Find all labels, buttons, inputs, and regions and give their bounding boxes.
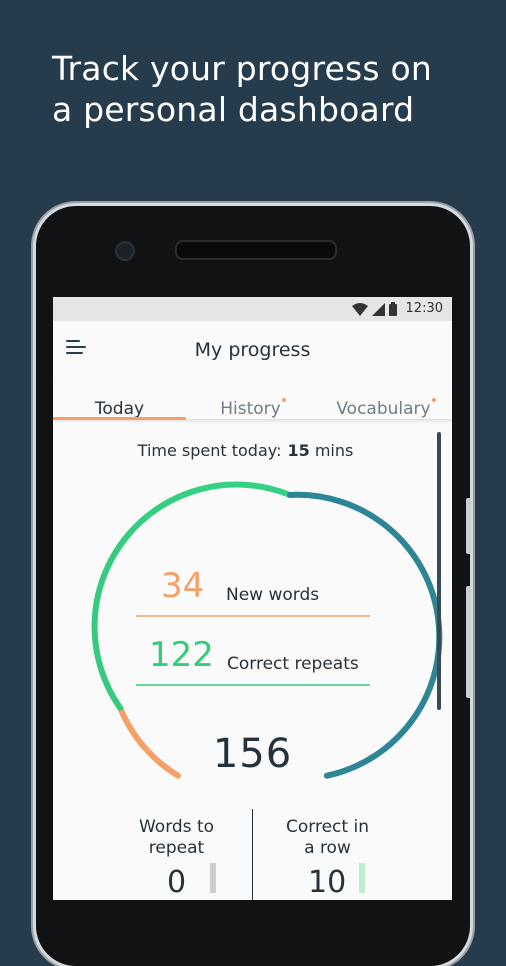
phone-side-button — [466, 498, 471, 554]
tab-today-label: Today — [94, 399, 145, 419]
tab-history-label: History — [220, 399, 281, 419]
scrollbar[interactable] — [437, 432, 441, 710]
new-words-label: New words — [226, 585, 320, 605]
tab-vocabulary-label: Vocabulary — [336, 399, 431, 419]
correct-in-a-row-value: 10 — [308, 865, 347, 900]
promo-line-1: Track your progress on — [52, 49, 432, 88]
app-screen: 12:30 My progress Today History Vocabula… — [53, 297, 452, 900]
new-words-value: 34 — [161, 566, 205, 606]
promo-headline: Track your progress on a personal dashbo… — [52, 48, 492, 130]
tab-vocabulary[interactable]: Vocabulary — [319, 377, 452, 419]
wifi-icon — [352, 302, 368, 316]
signal-icon — [372, 302, 385, 316]
notification-dot-icon — [281, 398, 286, 402]
notification-dot-icon — [431, 398, 436, 402]
page-title: My progress — [194, 339, 311, 361]
words-to-repeat-bar — [210, 863, 216, 893]
phone-earpiece — [175, 240, 337, 260]
tab-today[interactable]: Today — [53, 377, 186, 419]
total-words-value: 156 — [212, 731, 293, 777]
words-to-repeat-value: 0 — [167, 865, 187, 900]
tab-history[interactable]: History — [186, 377, 319, 419]
status-time: 12:30 — [405, 301, 443, 316]
correct-in-a-row: Correct in a row — [228, 817, 427, 859]
today-content: Time spent today: 15 mins 34 New words 12… — [53, 419, 452, 900]
promo-line-2: a personal dashboard — [52, 90, 415, 129]
correct-repeats-label: Correct repeats — [227, 654, 359, 674]
app-bar: My progress — [53, 321, 452, 377]
correct-in-a-row-bar — [359, 863, 365, 893]
correct-in-a-row-label-2: a row — [304, 838, 351, 858]
front-camera-icon — [115, 241, 135, 261]
correct-repeats-value: 122 — [149, 635, 214, 675]
correct-in-a-row-label-1: Correct in — [286, 817, 369, 837]
tab-bar: Today History Vocabulary — [53, 377, 452, 420]
phone-volume-button — [466, 586, 471, 698]
status-bar: 12:30 — [53, 297, 452, 321]
battery-icon — [389, 302, 397, 316]
